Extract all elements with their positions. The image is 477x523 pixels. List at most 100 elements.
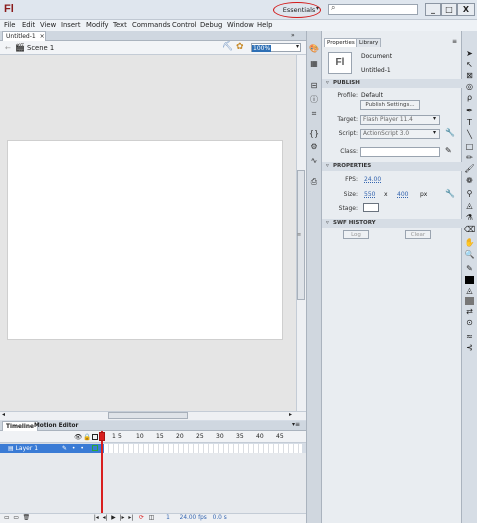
outline-icon[interactable] <box>92 434 98 440</box>
menu-view[interactable]: View <box>40 20 56 31</box>
brush-tool-icon[interactable]: 🖌 <box>464 164 475 174</box>
back-arrow-icon[interactable]: ← <box>5 44 11 52</box>
loop-icon[interactable]: ⟳ <box>139 515 144 521</box>
workspace-switcher[interactable]: Essentials <box>279 5 319 16</box>
clear-button[interactable]: Clear <box>405 230 431 239</box>
playhead[interactable] <box>101 431 103 515</box>
target-select[interactable]: Flash Player 11.4 <box>360 115 440 125</box>
zoom-select[interactable]: 100% ▾ <box>251 43 301 52</box>
minimize-button[interactable]: _ <box>425 3 441 16</box>
eye-icon[interactable]: 👁 <box>74 433 82 441</box>
panel-menu-icon[interactable]: ≡ <box>452 38 457 45</box>
text-tool-icon[interactable]: T <box>464 118 475 128</box>
panel-menu-icon[interactable]: ▾≡ <box>292 421 300 428</box>
pen-tool-icon[interactable]: ✒ <box>464 106 475 116</box>
close-icon[interactable]: × <box>40 33 45 40</box>
swap-colors-icon[interactable]: ⇄ <box>464 307 475 317</box>
play-icon[interactable]: ▶ <box>111 515 115 521</box>
width-value[interactable]: 550 <box>364 191 375 198</box>
dot-icon[interactable]: • <box>80 445 84 452</box>
new-folder-icon[interactable]: ▭ <box>13 515 18 521</box>
maximize-button[interactable]: □ <box>441 3 457 16</box>
height-value[interactable]: 400 <box>397 191 408 198</box>
frames-row[interactable] <box>104 444 302 453</box>
stage-canvas[interactable] <box>7 140 283 340</box>
deco-tool-icon[interactable]: ❁ <box>464 176 475 186</box>
scroll-left-icon[interactable]: ◂ <box>2 411 5 418</box>
step-back-icon[interactable]: ◂| <box>103 515 108 521</box>
fps-value[interactable]: 24.00 <box>364 176 381 183</box>
rectangle-tool-icon[interactable]: □ <box>464 142 475 152</box>
snap-icon[interactable]: ⊙ <box>464 318 475 328</box>
menu-debug[interactable]: Debug <box>200 20 222 31</box>
straighten-icon[interactable]: ⊰ <box>464 343 475 353</box>
menu-control[interactable]: Control <box>172 20 197 31</box>
motion-presets-icon[interactable]: ∿ <box>308 155 320 167</box>
menu-insert[interactable]: Insert <box>61 20 81 31</box>
menu-modify[interactable]: Modify <box>86 20 109 31</box>
script-select[interactable]: ActionScript 3.0 <box>360 129 440 139</box>
color-icon[interactable]: 🎨 <box>308 43 320 55</box>
playhead-handle[interactable] <box>99 432 105 441</box>
free-transform-tool-icon[interactable]: ⊠ <box>464 71 475 81</box>
menu-commands[interactable]: Commands <box>132 20 170 31</box>
stroke-color-icon[interactable]: ✎ <box>464 264 475 274</box>
line-tool-icon[interactable]: ╲ <box>464 130 475 140</box>
document-tab[interactable]: Untitled-1 × <box>2 31 46 41</box>
menu-help[interactable]: Help <box>257 20 273 31</box>
menu-text[interactable]: Text <box>113 20 127 31</box>
close-button[interactable]: X <box>457 3 475 16</box>
scroll-right-icon[interactable]: ▸ <box>289 411 292 418</box>
search-input[interactable] <box>328 4 418 15</box>
wrench-icon[interactable]: 🔧 <box>445 128 455 137</box>
layer-row[interactable]: ▤ Layer 1 ✎ • • <box>0 444 104 453</box>
menu-file[interactable]: File <box>4 20 15 31</box>
lasso-tool-icon[interactable]: ρ <box>464 93 475 103</box>
zoom-tool-icon[interactable]: 🔍 <box>464 250 475 260</box>
menu-edit[interactable]: Edit <box>22 20 35 31</box>
pencil-icon[interactable]: ✎ <box>445 146 452 155</box>
3d-rotation-tool-icon[interactable]: ◎ <box>464 82 475 92</box>
edit-scene-icon[interactable]: ⛏ <box>222 42 233 52</box>
paint-bucket-tool-icon[interactable]: ◬ <box>464 201 475 211</box>
new-layer-icon[interactable]: ▭ <box>4 515 9 521</box>
components-icon[interactable]: ⚙ <box>308 141 320 153</box>
lock-icon[interactable]: 🔒 <box>83 433 91 441</box>
horizontal-scroll-thumb[interactable] <box>108 412 188 419</box>
swatches-icon[interactable]: ▦ <box>308 58 320 70</box>
layer-outline-color[interactable] <box>92 445 98 451</box>
onion-skin-icon[interactable]: ◫ <box>149 515 154 521</box>
code-snippets-icon[interactable]: {} <box>308 128 320 140</box>
menu-window[interactable]: Window <box>227 20 254 31</box>
last-frame-icon[interactable]: ▸| <box>128 515 133 521</box>
selection-tool-icon[interactable]: ➤ <box>464 49 475 59</box>
stage-color-swatch[interactable] <box>363 203 379 212</box>
align-icon[interactable]: ⊟ <box>308 80 320 92</box>
dot-icon[interactable]: • <box>72 445 76 452</box>
fill-color-swatch[interactable] <box>465 297 474 305</box>
subselection-tool-icon[interactable]: ↖ <box>464 60 475 70</box>
trash-icon[interactable]: 🗑 <box>23 515 30 521</box>
edit-symbols-icon[interactable]: ✿ <box>236 42 244 52</box>
first-frame-icon[interactable]: |◂ <box>94 515 99 521</box>
log-button[interactable]: Log <box>343 230 369 239</box>
class-input[interactable] <box>360 147 440 157</box>
tab-motion-editor[interactable]: Motion Editor <box>31 421 81 431</box>
pencil-tool-icon[interactable]: ✏ <box>464 153 475 163</box>
tab-properties[interactable]: Properties <box>324 38 358 47</box>
bone-tool-icon[interactable]: ⚲ <box>464 189 475 199</box>
publish-settings-button[interactable]: Publish Settings... <box>360 100 420 110</box>
fill-color-icon[interactable]: ◬ <box>464 286 475 296</box>
stroke-color-swatch[interactable] <box>465 276 474 284</box>
wrench-icon[interactable]: 🔧 <box>445 189 455 198</box>
tab-library[interactable]: Library <box>356 38 382 47</box>
chevron-down-icon[interactable]: ▾ <box>316 5 319 12</box>
eraser-tool-icon[interactable]: ⌫ <box>464 225 475 235</box>
info-icon[interactable]: ⓘ <box>308 94 320 106</box>
history-icon[interactable]: ⎙ <box>308 176 320 188</box>
smooth-icon[interactable]: ≈ <box>464 332 475 342</box>
hand-tool-icon[interactable]: ✋ <box>464 238 475 248</box>
transform-icon[interactable]: ⌗ <box>308 108 320 120</box>
step-forward-icon[interactable]: |▸ <box>120 515 125 521</box>
panel-collapse-icon[interactable]: » <box>291 32 295 39</box>
